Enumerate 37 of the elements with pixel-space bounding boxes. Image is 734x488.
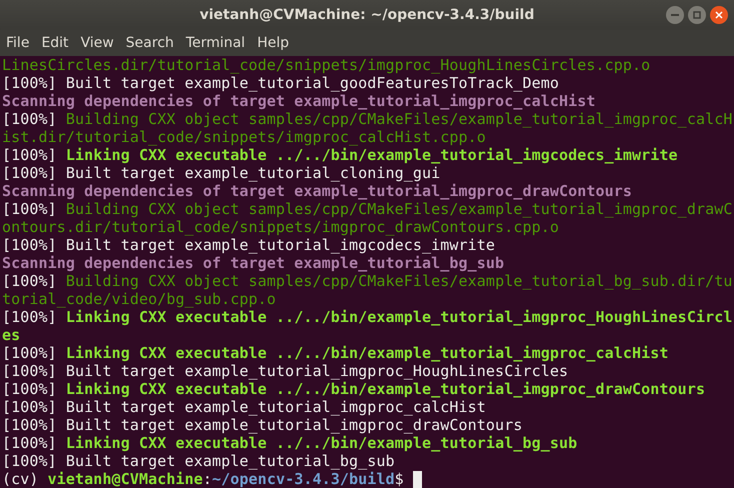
- terminal-line: es: [2, 326, 20, 344]
- minimize-button[interactable]: [666, 6, 684, 24]
- window-title: vietanh@CVMachine: ~/opencv-3.4.3/build: [200, 6, 534, 24]
- menu-item[interactable]: File: [3, 32, 32, 54]
- terminal-line: [100%] Building CXX object samples/cpp/CMakeFiles/example_tutorial_imgproc_drawC: [2, 200, 732, 218]
- terminal-line: [100%] Building CXX object samples/cpp/CMakeFiles/example_tutorial_bg_sub.dir/tu: [2, 272, 732, 290]
- terminal-line: Scanning dependencies of target example_tutorial_imgproc_calcHist: [2, 92, 596, 110]
- terminal-line: Scanning dependencies of target example_tutorial_bg_sub: [2, 254, 504, 272]
- menu-item[interactable]: View: [78, 32, 117, 54]
- terminal-line: [100%] Built target example_tutorial_bg_sub: [2, 452, 395, 470]
- minimize-icon: [671, 14, 679, 16]
- terminal-line: [100%] Built target example_tutorial_cloning_gui: [2, 164, 440, 182]
- cursor: [412, 470, 422, 488]
- maximize-icon: [693, 11, 701, 19]
- terminal-line: [100%] Built target example_tutorial_imgproc_calcHist: [2, 398, 486, 416]
- terminal-line: ontours.dir/tutorial_code/snippets/imgproc_drawContours.cpp.o: [2, 218, 559, 236]
- terminal-line: ist.dir/tutorial_code/snippets/imgproc_calcHist.cpp.o: [2, 128, 486, 146]
- close-button[interactable]: [710, 6, 728, 24]
- terminal-line: [100%] Linking CXX executable ../../bin/example_tutorial_imgcodecs_imwrite: [2, 146, 678, 164]
- close-icon: [715, 11, 723, 19]
- terminal-line: [100%] Linking CXX executable ../../bin/example_tutorial_bg_sub: [2, 434, 578, 452]
- terminal-line: [100%] Linking CXX executable ../../bin/example_tutorial_imgproc_calcHist: [2, 344, 669, 362]
- terminal-line: LinesCircles.dir/tutorial_code/snippets/imgproc_HoughLinesCircles.cpp.o: [2, 56, 650, 74]
- terminal-line: [100%] Built target example_tutorial_goodFeaturesToTrack_Demo: [2, 74, 559, 92]
- menu-item[interactable]: Edit: [38, 32, 72, 54]
- terminal-line: Scanning dependencies of target example_tutorial_imgproc_drawContours: [2, 182, 632, 200]
- menu-item[interactable]: Terminal: [182, 32, 248, 54]
- terminal-line: [100%] Built target example_tutorial_imgproc_HoughLinesCircles: [2, 362, 568, 380]
- terminal-line: [100%] Linking CXX executable ../../bin/example_tutorial_imgproc_drawContours: [2, 380, 706, 398]
- terminal-line: [100%] Built target example_tutorial_imgcodecs_imwrite: [2, 236, 496, 254]
- prompt-line: (cv) vietanh@CVMachine:~/opencv-3.4.3/build$: [2, 470, 405, 488]
- menu-item[interactable]: Search: [122, 32, 177, 54]
- terminal-line: torial_code/video/bg_sub.cpp.o: [2, 290, 276, 308]
- menu-item[interactable]: Help: [254, 32, 292, 54]
- terminal-line: [100%] Built target example_tutorial_imgproc_drawContours: [2, 416, 522, 434]
- terminal-line: [100%] Linking CXX executable ../../bin/example_tutorial_imgproc_HoughLinesCircl: [2, 308, 732, 326]
- terminal-line: [100%] Building CXX object samples/cpp/CMakeFiles/example_tutorial_imgproc_calcH: [2, 110, 732, 128]
